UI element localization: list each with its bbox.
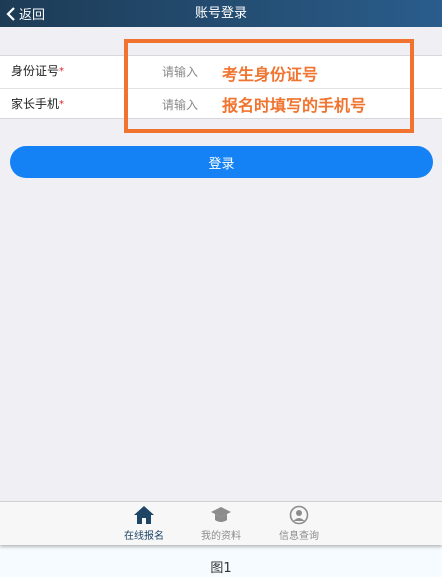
login-button[interactable]: 登录 — [10, 146, 433, 178]
user-circle-icon — [289, 505, 309, 525]
id-number-input[interactable] — [160, 60, 425, 83]
tab-bar: 在线报名 我的资料 信息查询 — [0, 501, 442, 545]
login-form: 身份证号* 家长手机* — [0, 55, 442, 119]
tab-label: 我的资料 — [201, 531, 241, 542]
home-icon — [134, 506, 154, 524]
tab-label: 在线报名 — [124, 531, 164, 542]
nav-bar: 返回 账号登录 — [0, 0, 442, 27]
parent-phone-input[interactable] — [160, 93, 425, 116]
parent-phone-row: 家长手机* — [0, 88, 442, 119]
required-mark: * — [59, 66, 65, 77]
graduation-cap-icon — [211, 507, 231, 522]
figure-caption: 图1 — [210, 561, 232, 576]
tab-info-query[interactable]: 信息查询 — [259, 502, 339, 546]
tab-online-registration[interactable]: 在线报名 — [104, 502, 184, 546]
tab-label: 信息查询 — [279, 531, 319, 542]
id-number-row: 身份证号* — [0, 56, 442, 87]
id-number-label: 身份证号* — [11, 64, 65, 78]
tab-my-profile[interactable]: 我的资料 — [181, 502, 261, 546]
required-mark: * — [59, 99, 65, 110]
phone-screen: 返回 账号登录 身份证号* 家长手机* 考生身份证号 报名时填写的手机号 登录 … — [0, 0, 442, 545]
page-title: 账号登录 — [194, 6, 247, 21]
parent-phone-label: 家长手机* — [11, 97, 65, 111]
